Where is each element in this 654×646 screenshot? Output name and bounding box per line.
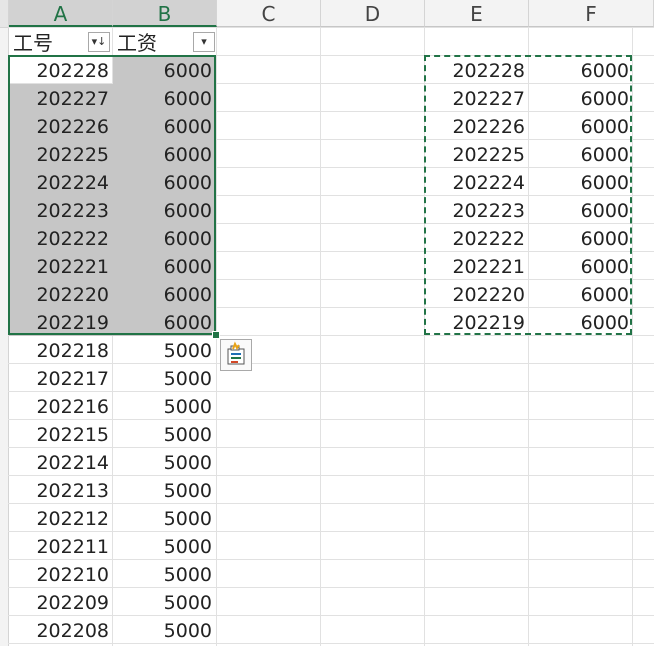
cell-b[interactable]: 6000 xyxy=(113,112,216,140)
cell-b[interactable]: 5000 xyxy=(113,448,216,476)
cell-e[interactable]: 202225 xyxy=(425,140,529,168)
row-header-strip[interactable] xyxy=(0,28,9,646)
cell-a[interactable]: 202215 xyxy=(9,420,113,448)
cell-b[interactable]: 5000 xyxy=(113,336,216,364)
cell-e[interactable]: 202220 xyxy=(425,280,529,308)
cell-a[interactable]: 202208 xyxy=(9,616,113,644)
paste-options-button[interactable] xyxy=(220,339,252,371)
cell-a[interactable]: 202209 xyxy=(9,588,113,616)
sort-filter-icon[interactable]: ▾↓ xyxy=(88,32,110,52)
cell-a[interactable]: 202226 xyxy=(9,112,113,140)
column-header-a[interactable]: A xyxy=(9,0,113,27)
cell-b[interactable]: 5000 xyxy=(113,504,216,532)
cell-a[interactable]: 202217 xyxy=(9,364,113,392)
column-header-c[interactable]: C xyxy=(217,0,321,27)
cell-f[interactable]: 6000 xyxy=(529,252,632,280)
cell-f[interactable]: 6000 xyxy=(529,168,632,196)
cell-a[interactable]: 202218 xyxy=(9,336,113,364)
cell-b[interactable]: 6000 xyxy=(113,280,216,308)
cell-f[interactable]: 6000 xyxy=(529,308,632,336)
cell-f[interactable]: 6000 xyxy=(529,280,632,308)
cell-a[interactable]: 202225 xyxy=(9,140,113,168)
cell-e[interactable]: 202221 xyxy=(425,252,529,280)
cell-b[interactable]: 6000 xyxy=(113,308,216,336)
cell-f[interactable]: 6000 xyxy=(529,56,632,84)
cell-e[interactable]: 202226 xyxy=(425,112,529,140)
cell-f[interactable]: 6000 xyxy=(529,224,632,252)
column-header-b[interactable]: B xyxy=(113,0,217,27)
cell-b[interactable]: 5000 xyxy=(113,392,216,420)
cell-e[interactable]: 202219 xyxy=(425,308,529,336)
cell-e[interactable]: 202222 xyxy=(425,224,529,252)
cell-b[interactable]: 5000 xyxy=(113,420,216,448)
cell-a[interactable]: 202228 xyxy=(9,56,113,84)
cell-a[interactable]: 202211 xyxy=(9,532,113,560)
cell-f[interactable]: 6000 xyxy=(529,84,632,112)
cell-f[interactable]: 6000 xyxy=(529,196,632,224)
cell-a[interactable]: 202216 xyxy=(9,392,113,420)
cell-b[interactable]: 5000 xyxy=(113,532,216,560)
cell-f[interactable]: 6000 xyxy=(529,112,632,140)
cell-a[interactable]: 202224 xyxy=(9,168,113,196)
cell-e[interactable]: 202228 xyxy=(425,56,529,84)
column-gridline xyxy=(632,28,633,646)
cell-b[interactable]: 6000 xyxy=(113,224,216,252)
cell-b[interactable]: 6000 xyxy=(113,196,216,224)
paste-options-icon xyxy=(227,341,245,365)
cell-a[interactable]: 202213 xyxy=(9,476,113,504)
cell-b[interactable]: 5000 xyxy=(113,476,216,504)
cell-a[interactable]: 202219 xyxy=(9,308,113,336)
column-header-e[interactable]: E xyxy=(425,0,529,27)
cell-e[interactable]: 202223 xyxy=(425,196,529,224)
cell-b[interactable]: 6000 xyxy=(113,56,216,84)
cell-a[interactable]: 202210 xyxy=(9,560,113,588)
cell-b[interactable]: 5000 xyxy=(113,588,216,616)
cell-b[interactable]: 6000 xyxy=(113,168,216,196)
column-header-d[interactable]: D xyxy=(321,0,425,27)
cell-a[interactable]: 202220 xyxy=(9,280,113,308)
cell-a[interactable]: 202222 xyxy=(9,224,113,252)
column-gridline xyxy=(320,28,321,646)
spreadsheet-grid[interactable]: A B C D E F 工号 工资 ▾↓ ▾ 202228 6000 202227 6… xyxy=(0,0,654,646)
cell-b[interactable]: 6000 xyxy=(113,252,216,280)
cell-b[interactable]: 6000 xyxy=(113,84,216,112)
cell-e[interactable]: 202227 xyxy=(425,84,529,112)
cell-a[interactable]: 202223 xyxy=(9,196,113,224)
select-all-corner[interactable] xyxy=(0,0,9,28)
cell-a[interactable]: 202221 xyxy=(9,252,113,280)
fill-handle[interactable] xyxy=(212,331,220,339)
column-header-f[interactable]: F xyxy=(529,0,654,27)
cell-a[interactable]: 202227 xyxy=(9,84,113,112)
cell-e[interactable]: 202224 xyxy=(425,168,529,196)
cell-b[interactable]: 5000 xyxy=(113,560,216,588)
cell-b[interactable]: 5000 xyxy=(113,364,216,392)
dropdown-filter-icon[interactable]: ▾ xyxy=(193,32,215,52)
cell-b[interactable]: 5000 xyxy=(113,616,216,644)
cell-a[interactable]: 202214 xyxy=(9,448,113,476)
cell-b[interactable]: 6000 xyxy=(113,140,216,168)
cell-f[interactable]: 6000 xyxy=(529,140,632,168)
cell-a[interactable]: 202212 xyxy=(9,504,113,532)
